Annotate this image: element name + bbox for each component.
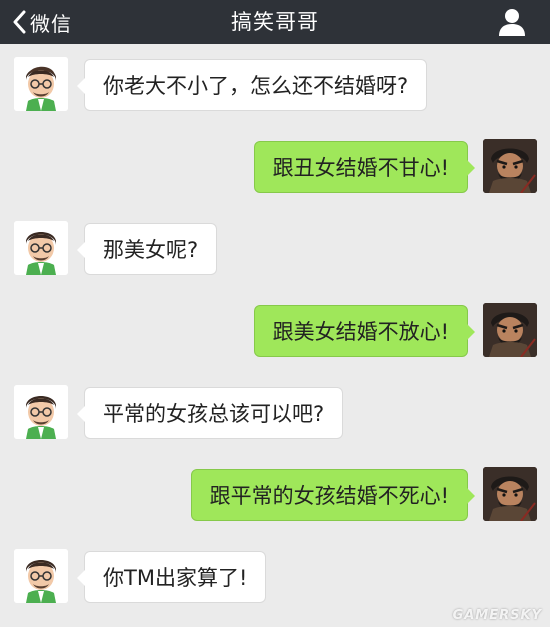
cartoon-man-avatar-icon bbox=[14, 385, 68, 439]
chat-title: 搞笑哥哥 bbox=[231, 10, 319, 34]
message-bubble[interactable]: 平常的女孩总该可以吧? bbox=[76, 387, 344, 439]
contact-avatar[interactable] bbox=[14, 221, 68, 275]
message-bubble[interactable]: 你TM出家算了! bbox=[76, 551, 267, 603]
contact-avatar[interactable] bbox=[14, 385, 68, 439]
cartoon-man-avatar-icon bbox=[14, 221, 68, 275]
cartoon-man-avatar-icon bbox=[14, 57, 68, 111]
watermark: GAMERSKY bbox=[452, 608, 542, 623]
person-icon bbox=[499, 9, 525, 36]
cartoon-man-avatar-icon bbox=[14, 549, 68, 603]
user-avatar[interactable] bbox=[483, 467, 537, 521]
warrior-avatar-icon bbox=[483, 303, 537, 357]
warrior-avatar-icon bbox=[483, 139, 537, 193]
message-bubble[interactable]: 你老大不小了，怎么还不结婚呀? bbox=[76, 59, 428, 111]
message-bubble[interactable]: 那美女呢? bbox=[76, 223, 218, 275]
chat-area[interactable]: 你老大不小了，怎么还不结婚呀? 跟丑女结婚不甘心! 那美女呢? 跟美女结婚不放心… bbox=[0, 44, 550, 627]
message-bubble[interactable]: 跟平常的女孩结婚不死心! bbox=[190, 469, 476, 521]
message-bubble[interactable]: 跟美女结婚不放心! bbox=[253, 305, 476, 357]
message-bubble[interactable]: 跟丑女结婚不甘心! bbox=[253, 141, 476, 193]
user-avatar[interactable] bbox=[483, 303, 537, 357]
warrior-avatar-icon bbox=[483, 467, 537, 521]
profile-button[interactable] bbox=[496, 6, 528, 38]
contact-avatar[interactable] bbox=[14, 57, 68, 111]
top-bar: 微信 搞笑哥哥 bbox=[0, 0, 550, 44]
contact-avatar[interactable] bbox=[14, 549, 68, 603]
user-avatar[interactable] bbox=[483, 139, 537, 193]
